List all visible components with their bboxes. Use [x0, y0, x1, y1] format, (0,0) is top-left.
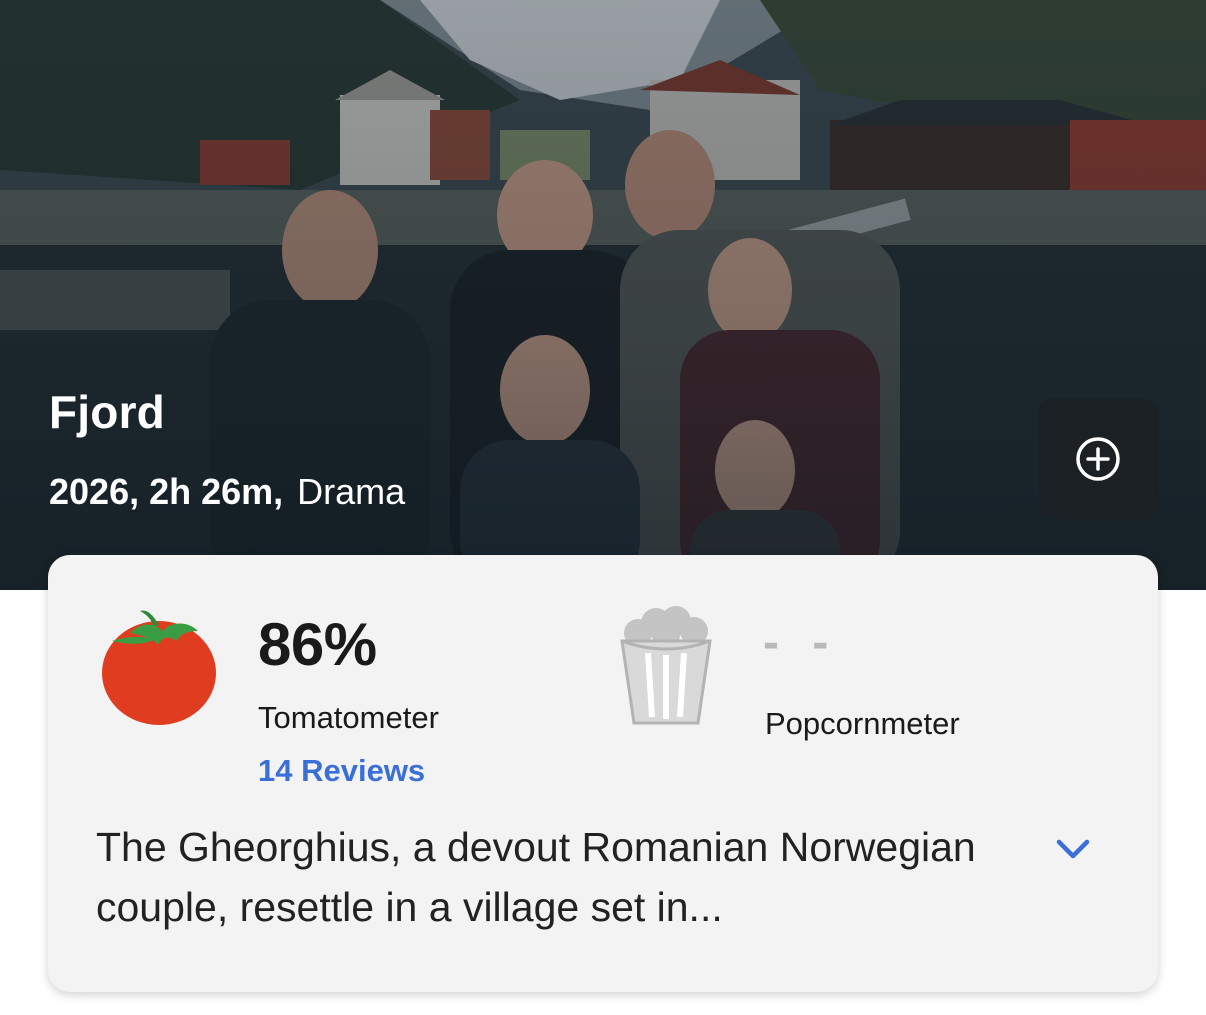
tomatometer-label: Tomatometer [258, 700, 439, 735]
movie-title: Fjord [49, 386, 165, 438]
add-to-watchlist-button[interactable] [1038, 399, 1158, 519]
movie-year-runtime: 2026, 2h 26m, [49, 471, 284, 512]
synopsis-text: The Gheorghius, a devout Romanian Norweg… [96, 824, 976, 930]
movie-detail-page: Fjord 2026, 2h 26m, Drama 86% Tomatometer… [0, 0, 1206, 1015]
expand-synopsis-button[interactable] [1051, 827, 1095, 871]
popcornmeter-label: Popcornmeter [765, 706, 960, 741]
tomato-icon [102, 610, 216, 725]
chevron-down-icon [1056, 839, 1090, 859]
popcornmeter-score: - - [763, 616, 839, 669]
plus-circle-icon [1076, 437, 1120, 481]
popcorn-bucket-icon [620, 606, 712, 725]
reviews-link[interactable]: 14 Reviews [258, 753, 425, 789]
hero-image: Fjord 2026, 2h 26m, Drama [0, 0, 1206, 590]
movie-meta: 2026, 2h 26m, Drama [49, 470, 405, 514]
score-card: 86% Tomatometer 14 Reviews - - Popcornme… [48, 555, 1158, 992]
tomatometer-score: 86% [258, 611, 377, 678]
movie-genre: Drama [297, 471, 406, 512]
